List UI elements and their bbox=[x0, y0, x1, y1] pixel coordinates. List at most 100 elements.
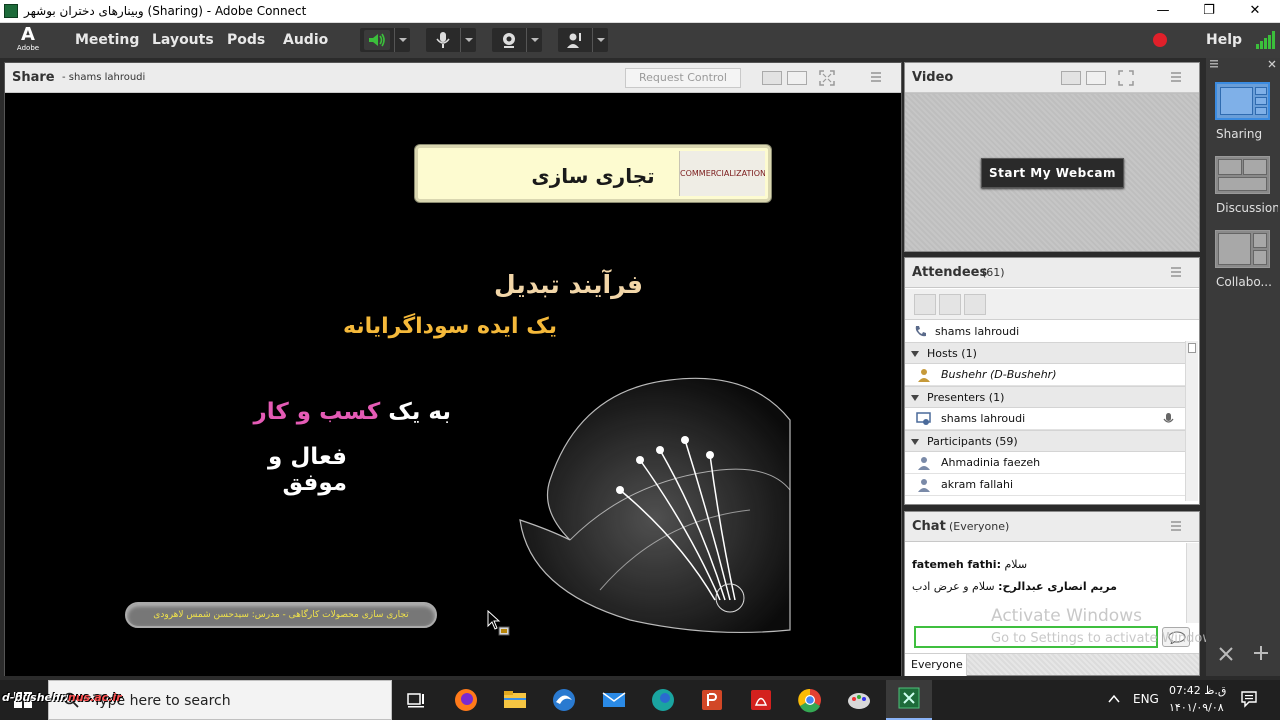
chat-text: سلام و عرض ادب bbox=[912, 580, 995, 593]
powerpoint-icon[interactable] bbox=[698, 686, 726, 714]
start-webcam-button[interactable]: Start My Webcam bbox=[981, 158, 1124, 188]
shared-slide: تجاری سازی COMMERCIALIZATION فرآیند تبدی… bbox=[5, 94, 901, 676]
menu-layouts[interactable]: Layouts bbox=[152, 32, 214, 48]
video-fullscreen-icon[interactable] bbox=[1118, 70, 1134, 86]
chrome-icon[interactable] bbox=[796, 686, 824, 714]
chat-scrollbar[interactable] bbox=[1186, 543, 1199, 623]
maximize-button[interactable]: ❐ bbox=[1194, 2, 1224, 20]
participant-name: akram fallahi bbox=[941, 478, 1014, 491]
video-pod-menu-icon[interactable] bbox=[1171, 72, 1185, 82]
presenter-icon bbox=[916, 412, 931, 425]
acrobat-icon[interactable] bbox=[747, 686, 775, 714]
panel-menu-icon[interactable] bbox=[1210, 60, 1222, 68]
delete-layout-icon[interactable] bbox=[1218, 646, 1234, 662]
attendees-pod: Attendees (61) shams lahroudi Hosts (1) bbox=[904, 257, 1200, 505]
task-view-icon[interactable] bbox=[402, 686, 430, 714]
slide-line-2: یک ایده سوداگرایانه bbox=[342, 314, 557, 339]
input-language[interactable]: ENG bbox=[1133, 692, 1159, 706]
chat-tab-everyone[interactable]: Everyone bbox=[905, 654, 967, 676]
edge-legacy-icon[interactable] bbox=[550, 686, 578, 714]
panel-close-icon[interactable] bbox=[1268, 60, 1276, 68]
camera-dropdown[interactable] bbox=[526, 28, 542, 52]
title-bar: وبینارهای دختران بوشهر (Sharing) - Adobe… bbox=[0, 0, 1280, 23]
layout-sharing[interactable]: Sharing bbox=[1212, 82, 1278, 152]
share-presenter-name: - shams lahroudi bbox=[62, 72, 146, 83]
attendee-row[interactable]: Ahmadinia faezeh bbox=[905, 452, 1185, 474]
adobe-logo-text: Adobe bbox=[16, 44, 40, 52]
participant-icon bbox=[918, 457, 930, 470]
paint-icon[interactable] bbox=[845, 686, 873, 714]
attendees-pod-header: Attendees (61) bbox=[905, 258, 1199, 288]
slide-line-3-highlight: کسب و کار bbox=[253, 399, 381, 425]
scrollbar-thumb[interactable] bbox=[1188, 343, 1196, 353]
camera-control[interactable] bbox=[492, 28, 542, 52]
speaker-dropdown[interactable] bbox=[394, 28, 410, 52]
attendee-list-scrollbar[interactable] bbox=[1185, 341, 1198, 501]
speaker-control[interactable] bbox=[360, 28, 410, 52]
attendee-row[interactable]: akram fallahi bbox=[905, 474, 1185, 496]
request-control-button[interactable]: Request Control bbox=[625, 68, 741, 88]
add-layout-icon[interactable] bbox=[1252, 644, 1270, 662]
close-window-button[interactable]: ✕ bbox=[1240, 2, 1270, 20]
show-hidden-icons-chevron[interactable] bbox=[1107, 692, 1121, 706]
fullscreen-icon[interactable] bbox=[819, 70, 835, 86]
menu-audio[interactable]: Audio bbox=[283, 32, 328, 48]
notifications-icon[interactable] bbox=[1240, 690, 1258, 708]
collapse-triangle-icon bbox=[911, 439, 919, 445]
actual-size-icon[interactable] bbox=[787, 71, 807, 85]
webcam-icon bbox=[503, 33, 515, 48]
attendee-row-presenter[interactable]: shams lahroudi bbox=[905, 408, 1185, 430]
microphone-control[interactable] bbox=[426, 28, 476, 52]
firefox-icon[interactable] bbox=[452, 686, 480, 714]
layout-label: Discussion bbox=[1216, 201, 1278, 215]
active-speaker-name: shams lahroudi bbox=[935, 325, 1020, 338]
menu-pods[interactable]: Pods bbox=[227, 32, 265, 48]
status-control[interactable] bbox=[558, 28, 608, 52]
hosts-group-label: Hosts (1) bbox=[927, 347, 977, 360]
attendee-row-host[interactable]: Bushehr (D-Bushehr) bbox=[905, 364, 1185, 386]
chat-sender: fatemeh fathi: bbox=[912, 558, 1001, 571]
site-watermark-prefix: d-bushehr. bbox=[2, 691, 68, 704]
site-watermark: d-bushehr.nus.ac.ir bbox=[2, 691, 122, 704]
file-explorer-icon[interactable] bbox=[501, 686, 529, 714]
attendees-pod-menu-icon[interactable] bbox=[1171, 267, 1185, 277]
fit-width-icon[interactable] bbox=[762, 71, 782, 85]
layout-discussion[interactable]: Discussion bbox=[1212, 156, 1278, 226]
slide-footer-text: تجاری سازی محصولات کارگاهی - مدرس: سیدحس… bbox=[153, 610, 409, 620]
status-view-icon[interactable] bbox=[964, 294, 986, 315]
chat-sender: مریم انصاری عبدالرح: bbox=[998, 580, 1117, 593]
record-indicator[interactable] bbox=[1153, 33, 1167, 47]
host-icon bbox=[918, 369, 930, 382]
menu-bar: A Adobe Meeting Layouts Pods Audio Help bbox=[0, 23, 1280, 58]
mail-icon[interactable] bbox=[600, 686, 628, 714]
attendee-list-view-icon[interactable] bbox=[914, 294, 936, 315]
adobe-connect-taskbar-button[interactable] bbox=[886, 680, 932, 720]
clock-date[interactable]: ۱۴۰۱/۰۹/۰۸ bbox=[1169, 701, 1224, 714]
participant-icon bbox=[918, 479, 930, 492]
presenters-group-label: Presenters (1) bbox=[927, 391, 1005, 404]
menu-help[interactable]: Help bbox=[1206, 32, 1242, 48]
adobe-connect-icon bbox=[898, 687, 920, 709]
xray-flower-image bbox=[519, 377, 791, 634]
presenter-name: shams lahroudi bbox=[941, 412, 1026, 425]
menu-meeting[interactable]: Meeting bbox=[75, 32, 139, 48]
attendee-list: shams lahroudi Hosts (1) Bushehr (D-Bush… bbox=[905, 320, 1199, 504]
filmstrip-view-icon[interactable] bbox=[1086, 71, 1106, 85]
share-pod-menu-icon[interactable] bbox=[871, 72, 885, 82]
hosts-group[interactable]: Hosts (1) bbox=[905, 342, 1185, 364]
status-dropdown[interactable] bbox=[592, 28, 608, 52]
adobe-logo-mark: A bbox=[21, 24, 35, 45]
active-speaker-row: shams lahroudi bbox=[905, 321, 1185, 343]
clock-time[interactable]: 07:42 ق.ظ bbox=[1169, 684, 1226, 697]
microphone-dropdown[interactable] bbox=[460, 28, 476, 52]
layouts-panel: Sharing Discussion Collabo... bbox=[1206, 58, 1280, 676]
chat-pod-menu-icon[interactable] bbox=[1171, 521, 1185, 531]
layouts-panel-top bbox=[1206, 58, 1280, 70]
layout-collaboration[interactable]: Collabo... bbox=[1212, 230, 1278, 300]
minimize-button[interactable]: — bbox=[1148, 2, 1178, 20]
grid-view-icon[interactable] bbox=[1061, 71, 1081, 85]
presenters-group[interactable]: Presenters (1) bbox=[905, 386, 1185, 408]
edge-icon[interactable] bbox=[649, 686, 677, 714]
breakout-view-icon[interactable] bbox=[939, 294, 961, 315]
participants-group[interactable]: Participants (59) bbox=[905, 430, 1185, 452]
